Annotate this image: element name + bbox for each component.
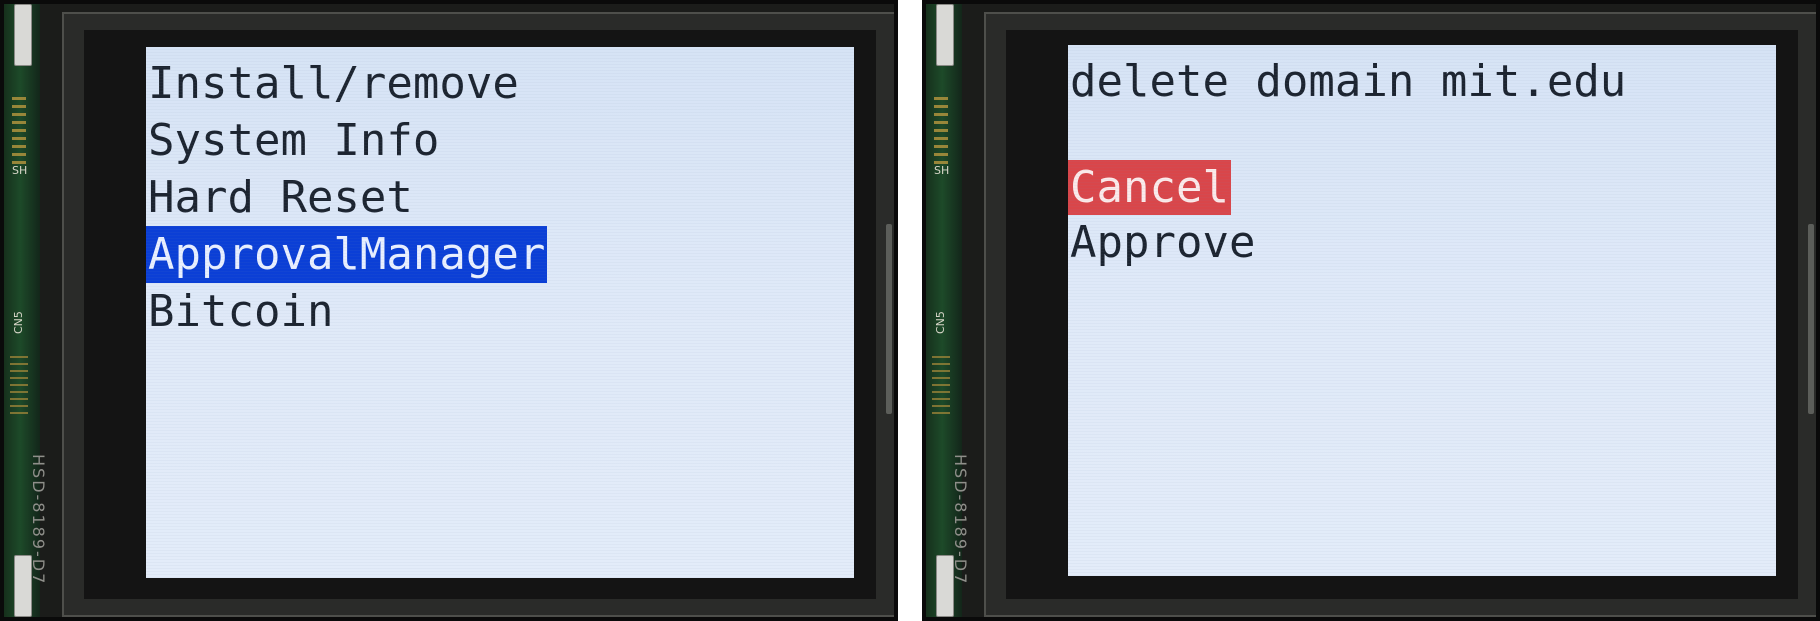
main-menu-list: Install/remove System Info Hard Reset Ap… <box>146 55 548 340</box>
approval-prompt-text: delete domain mit.edu <box>1070 56 1627 107</box>
menu-item-approval-manager[interactable]: ApprovalManager <box>146 226 548 283</box>
bezel-side-tab <box>886 224 892 414</box>
silkscreen-model-label: HSD-8189-D7 <box>951 454 970 586</box>
pcb-connector-top <box>14 4 32 66</box>
silkscreen-cn5-label: CN5 <box>934 311 947 334</box>
device-photo-main-menu: SH CN5 HSD-8189-D7 Install/remove System… <box>0 0 898 621</box>
silkscreen-model-label: HSD-8189-D7 <box>29 454 48 586</box>
cancel-button[interactable]: Cancel <box>1068 160 1231 215</box>
approve-button[interactable]: Approve <box>1068 215 1257 270</box>
pcb-connector-top <box>936 4 954 66</box>
menu-item-system-info[interactable]: System Info <box>146 112 441 169</box>
silkscreen-cn5-label: CN5 <box>12 311 25 334</box>
menu-item-bitcoin[interactable]: Bitcoin <box>146 283 335 340</box>
lcd-screen-approval-dialog: delete domain mit.edu Cancel Approve <box>1068 45 1776 576</box>
approval-choices-list: Cancel Approve <box>1068 160 1257 270</box>
bezel-side-tab <box>1808 224 1814 414</box>
silkscreen-sh-label: SH <box>934 164 950 177</box>
device-photo-approval-dialog: SH CN5 HSD-8189-D7 delete domain mit.edu… <box>922 0 1820 621</box>
menu-item-hard-reset[interactable]: Hard Reset <box>146 169 415 226</box>
lcd-screen-main-menu: Install/remove System Info Hard Reset Ap… <box>146 47 854 578</box>
menu-item-install-remove[interactable]: Install/remove <box>146 55 521 112</box>
silkscreen-sh-label: SH <box>12 164 28 177</box>
